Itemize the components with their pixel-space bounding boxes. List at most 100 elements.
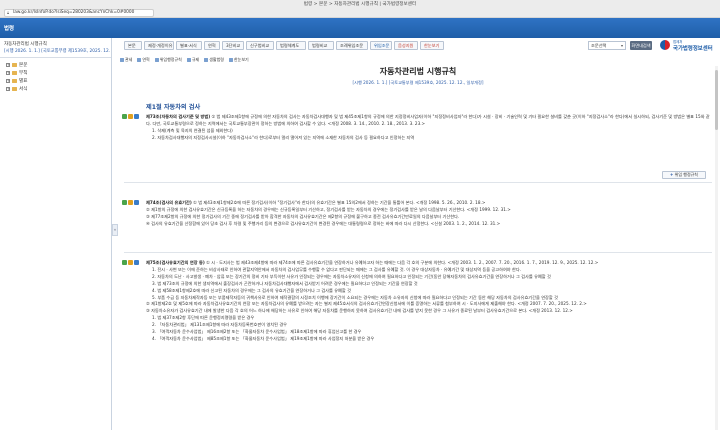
article-heading[interactable]: 제73조(자동차의 검사기준 및 방법) <box>146 114 210 119</box>
expand-icon[interactable]: + <box>6 63 10 67</box>
toolbar-button[interactable]: 3단비교 <box>222 41 244 50</box>
article-icons <box>122 260 139 265</box>
in-page-search-button[interactable]: 화면내검색 <box>630 41 652 50</box>
sub-toolbar-item[interactable]: 규제 <box>186 56 200 64</box>
toolbar-button[interactable]: 한눈보기 <box>420 41 444 50</box>
tool-icon <box>154 58 159 62</box>
folder-icon <box>12 63 17 67</box>
history-icon[interactable] <box>122 200 127 205</box>
sidebar-item-forms[interactable]: + 서식 <box>0 85 111 93</box>
sub-toolbar-item[interactable]: 관세 <box>120 56 132 64</box>
sub-toolbar-label: 연혁 <box>142 57 150 62</box>
history-icon[interactable] <box>122 114 127 119</box>
site-header: 법령 <box>0 18 720 38</box>
article-paragraph: ③ 제77조제2항의 규정에 의한 정기검사의 기간 중에 정기검사를 받아 합… <box>146 213 460 219</box>
article-text: ① 법 제43조제1항에 규정에 의한 자동차의 검사는 자동차검사대행자 및 … <box>146 114 710 126</box>
sub-toolbar-label: 관세 <box>125 57 133 62</box>
print-icon[interactable] <box>134 114 139 119</box>
article-paragraph: 3. 「여객자동차 운수사업법」 제16조제2항 또는 「화물자동차 운수사업법… <box>152 329 362 335</box>
sub-toolbar-item[interactable]: 연혁 <box>137 56 150 64</box>
related-rules-label: 위임 행정규칙 <box>674 172 698 177</box>
toolbar-button[interactable]: 위임조문 <box>370 41 392 50</box>
sub-toolbar-label: 규제 <box>191 57 200 62</box>
folder-icon <box>12 79 17 83</box>
toolbar-button[interactable]: 음성지원 <box>394 41 418 50</box>
expand-icon[interactable]: + <box>6 71 10 75</box>
sidebar-item-label: 서식 <box>19 87 28 92</box>
tool-icon <box>204 58 209 62</box>
sub-toolbar-label: 한눈보기 <box>233 57 249 62</box>
toolbar-button[interactable]: 법령체계도 <box>276 41 306 50</box>
sidebar: 자동차관리법 시행규칙 [시행 2026. 1. 1.] [국토교통부령 제15… <box>0 38 112 430</box>
sub-toolbar-item[interactable]: 생활법령 <box>204 56 224 64</box>
address-bar[interactable]: 🔒︎ law.go.kr/lsInfoP.do?lsiSeq=280203&an… <box>4 9 154 17</box>
divider <box>0 57 111 58</box>
sub-toolbar-item[interactable]: 위임행정규칙 <box>154 56 182 64</box>
sidebar-item-body[interactable]: + 본문 <box>0 61 111 69</box>
article-paragraph: 제74조(검사의 유효기간) ① 법 제43조제1항제2호에 따른 정기검사(이… <box>146 200 712 207</box>
article-paragraph: 제73조(자동차의 검사기준 및 방법) ① 법 제43조제1항에 규정에 의한… <box>146 114 712 128</box>
site-logo[interactable]: 법제처 국가법령정보센터 <box>660 39 716 53</box>
collapse-sidebar-button[interactable]: « <box>112 224 118 236</box>
folder-icon <box>12 87 17 91</box>
scrollbar-thumb[interactable] <box>715 70 718 130</box>
article-body: 제75조(검사유효기간의 연장 등) ① 시 · 도지사는 법 제43조제4항에… <box>146 260 712 343</box>
print-icon[interactable] <box>134 200 139 205</box>
memo-icon[interactable] <box>128 114 133 119</box>
toolbar: 본문 제정·개정이유 별표·서식 연혁 3단비교 신구법비교 법령체계도 법령비교 조례위임조문… <box>120 40 716 52</box>
memo-icon[interactable] <box>128 260 133 265</box>
article-paragraph: ④ 검사의 유효기간을 산정함에 있어 당초 검사 후 차령 및 주행거리 등의… <box>146 220 501 226</box>
article-body: 제73조(자동차의 검사기준 및 방법) ① 법 제43조제1항에 규정에 의한… <box>146 114 712 142</box>
article-heading[interactable]: 제74조(검사의 유효기간) <box>146 200 192 205</box>
article-heading[interactable]: 제75조(검사유효기간의 연장 등) <box>146 260 205 265</box>
toolbar-button[interactable]: 조례위임조문 <box>336 41 368 50</box>
divider <box>124 252 712 253</box>
toolbar-button[interactable]: 신구법비교 <box>246 41 274 50</box>
tab-title: 법령 > 본문 > 자동차관리법 시행규칙 | 국가법령정보센터 <box>303 2 417 7</box>
sidebar-title[interactable]: 자동차관리법 시행규칙 <box>0 38 111 47</box>
sub-toolbar-label: 위임행정규칙 <box>159 57 182 62</box>
toolbar-button[interactable]: 연혁 <box>204 41 220 50</box>
tool-icon <box>137 58 142 62</box>
article-select[interactable]: 조문선택 ▾ <box>588 41 626 50</box>
article-paragraph: 1. 전시 · 사변 또는 이에 준하는 비상사태로 인하여 관할지역안에서 자… <box>152 266 522 272</box>
article-icons <box>122 200 139 205</box>
sub-toolbar-item[interactable]: 한눈보기 <box>228 56 249 64</box>
emblem-icon <box>660 40 670 50</box>
law-content: 자동차관리법 시행규칙 [시행 2026. 1. 1.] [국토교통부령 제15… <box>120 66 716 430</box>
divider <box>124 182 712 183</box>
header-menu-label[interactable]: 법령 <box>4 24 14 32</box>
toolbar-button[interactable]: 제정·개정이유 <box>144 41 174 50</box>
article-paragraph: 2. 자동차검사대행자의 지정검사시설(이하 "자동차검사소"라 한다)로부터 … <box>152 134 415 140</box>
toolbar-button[interactable]: 법령비교 <box>308 41 334 50</box>
scrollbar[interactable] <box>715 66 718 430</box>
toolbar-button[interactable]: 본문 <box>124 41 142 50</box>
article-paragraph: 4. 법 제58조제1항제2호에 따라 신고된 자동차의 경우에는 그 검사의 … <box>152 287 351 293</box>
sidebar-item-tables[interactable]: + 별표 <box>0 77 111 85</box>
article-text: ① 법 제43조제1항제2호에 따른 정기검사(이하 "정기검사"라 한다)의 … <box>193 200 486 205</box>
memo-icon[interactable] <box>128 200 133 205</box>
article-paragraph: 제75조(검사유효기간의 연장 등) ① 시 · 도지사는 법 제43조제4항에… <box>146 260 712 267</box>
tool-icon <box>228 58 233 62</box>
article-icons <box>122 114 139 119</box>
history-icon[interactable] <box>122 260 127 265</box>
sidebar-item-label: 부칙 <box>19 71 28 76</box>
expand-icon[interactable]: + <box>6 79 10 83</box>
folder-icon <box>12 71 17 75</box>
sidebar-item-label: 별표 <box>19 79 28 84</box>
tool-icon <box>186 58 191 62</box>
article-paragraph: 4. 「여객자동차 운수사업법」 제85조제1항 또는 「화물자동차 운수사업법… <box>152 335 375 341</box>
sidebar-item-label: 본문 <box>19 63 28 68</box>
chapter-title: 제1절 자동차의 검사 <box>146 104 201 111</box>
chevron-down-icon: ▾ <box>620 43 623 48</box>
sidebar-item-addenda[interactable]: + 부칙 <box>0 69 111 77</box>
related-rules-button[interactable]: + 위임 행정규칙 <box>662 171 706 179</box>
lock-icon: 🔒︎ <box>7 10 10 15</box>
article-paragraph: 2. 자동차의 도난 · 사고발생 · 폐차 · 압류 또는 장기간의 정비 기… <box>152 273 551 279</box>
print-icon[interactable] <box>134 260 139 265</box>
sidebar-subtitle: [시행 2026. 1. 1.] [국토교통부령 제1539호, 2025. 1… <box>4 49 111 54</box>
expand-icon[interactable]: + <box>6 87 10 91</box>
sub-toolbar-label: 생활법령 <box>209 57 224 62</box>
article-paragraph: 3. 법 제73조의 규정에 의한 생지역에서 출장검사가 곤란하거나 자동차검… <box>152 280 418 286</box>
toolbar-button[interactable]: 별표·서식 <box>176 41 202 50</box>
